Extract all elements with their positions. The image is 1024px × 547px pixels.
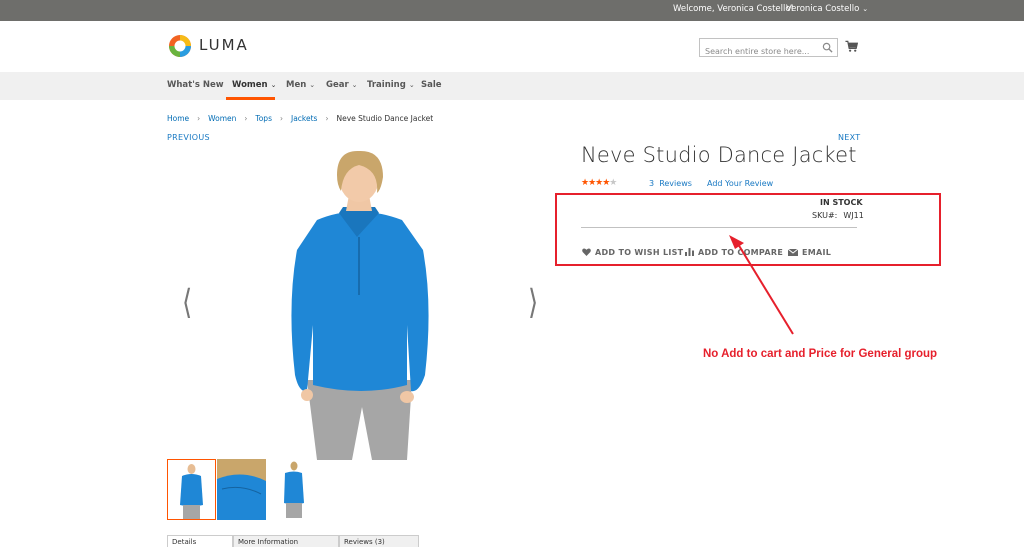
thumbnail-image <box>168 460 215 519</box>
next-product-link[interactable]: NEXT <box>838 133 860 142</box>
active-nav-indicator <box>226 97 275 100</box>
reviews-count: 3 <box>649 179 655 188</box>
reviews-link[interactable]: 3 Reviews <box>649 179 692 188</box>
nav-item-women[interactable]: Women ⌄ <box>232 80 276 90</box>
welcome-message: Welcome, Veronica Costello! <box>673 4 794 14</box>
chevron-right-icon: › <box>279 114 283 123</box>
chevron-down-icon: ⌄ <box>862 5 869 13</box>
nav-label: Sale <box>421 80 442 90</box>
chevron-right-icon: › <box>244 114 248 123</box>
rating-stars: ★★★★★ <box>581 178 617 188</box>
nav-label: Men <box>286 80 307 90</box>
tab-details[interactable]: Details <box>167 535 233 547</box>
tab-label: Reviews (3) <box>344 538 385 546</box>
nav-label: Training <box>367 80 406 90</box>
chevron-down-icon: ⌄ <box>408 81 415 89</box>
main-nav: What's New Women ⌄ Men ⌄ Gear ⌄ Training ⌄ S… <box>0 72 1024 100</box>
product-main-image[interactable] <box>167 145 556 460</box>
breadcrumb: Home › Women › Tops › Jackets › Neve Studio Danc… <box>167 114 433 123</box>
thumbnail-2[interactable] <box>217 459 266 520</box>
customer-name: Veronica Costello <box>786 4 860 14</box>
nav-item-sale[interactable]: Sale <box>421 80 442 90</box>
chevron-right-icon: › <box>325 114 329 123</box>
gallery-prev-arrow[interactable]: ⟨ <box>182 284 192 323</box>
tab-label: Details <box>172 538 197 546</box>
annotation-highlight-box <box>555 193 941 266</box>
breadcrumb-link[interactable]: Jackets <box>291 114 317 123</box>
chevron-down-icon: ⌄ <box>270 81 277 89</box>
search-icon[interactable] <box>822 42 833 53</box>
breadcrumb-link[interactable]: Tops <box>255 114 272 123</box>
top-bar: Welcome, Veronica Costello! Veronica Cos… <box>0 0 1024 21</box>
thumbnail-image <box>217 459 266 520</box>
nav-item-men[interactable]: Men ⌄ <box>286 80 315 90</box>
search-input[interactable] <box>700 43 816 60</box>
tab-reviews[interactable]: Reviews (3) <box>339 535 419 547</box>
chevron-right-icon: › <box>197 114 201 123</box>
nav-label: Gear <box>326 80 349 90</box>
header: LUMA <box>0 21 1024 72</box>
nav-label: What's New <box>167 80 224 90</box>
chevron-down-icon: ⌄ <box>351 81 358 89</box>
tab-label: More Information <box>238 538 299 546</box>
luma-logo-icon <box>169 35 191 57</box>
breadcrumb-current: Neve Studio Dance Jacket <box>336 114 434 123</box>
product-title: Neve Studio Dance Jacket <box>581 143 857 167</box>
chevron-down-icon: ⌄ <box>309 81 316 89</box>
previous-product-link[interactable]: PREVIOUS <box>167 133 210 142</box>
annotation-text: No Add to cart and Price for General gro… <box>703 348 938 360</box>
thumbnail-1[interactable] <box>167 459 216 520</box>
nav-item-gear[interactable]: Gear ⌄ <box>326 80 358 90</box>
breadcrumb-link[interactable]: Women <box>208 114 236 123</box>
search-box[interactable] <box>699 38 838 60</box>
thumbnail-image <box>267 459 316 520</box>
logo[interactable]: LUMA <box>167 33 249 59</box>
logo-text: LUMA <box>199 36 249 54</box>
thumbnail-3[interactable] <box>267 459 316 520</box>
gallery-next-arrow[interactable]: ⟩ <box>528 284 538 323</box>
cart-icon[interactable] <box>845 40 858 53</box>
breadcrumb-link[interactable]: Home <box>167 114 189 123</box>
tab-more-information[interactable]: More Information <box>233 535 339 547</box>
customer-menu[interactable]: Veronica Costello ⌄ <box>786 4 868 14</box>
nav-label: Women <box>232 80 268 90</box>
product-info-tabs: Details More Information Reviews (3) <box>167 535 419 547</box>
nav-item-whats-new[interactable]: What's New <box>167 80 224 90</box>
nav-item-training[interactable]: Training ⌄ <box>367 80 415 90</box>
reviews-label: Reviews <box>659 179 692 188</box>
add-review-link[interactable]: Add Your Review <box>707 179 773 188</box>
